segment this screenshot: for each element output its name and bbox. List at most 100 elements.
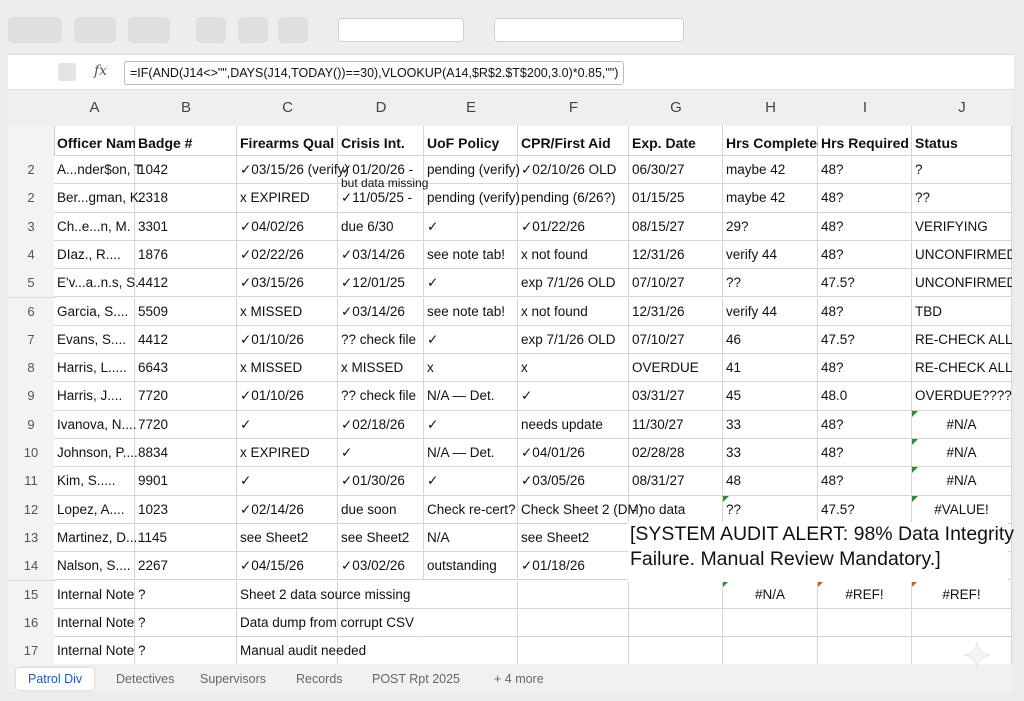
table-cell[interactable] <box>424 637 518 664</box>
row-header[interactable]: 9 <box>8 382 55 412</box>
table-cell[interactable]: 33 <box>723 439 818 468</box>
table-cell[interactable]: 08/15/27 <box>629 212 723 241</box>
table-cell[interactable]: ? <box>135 580 237 609</box>
table-cell[interactable]: ✓02/18/26 <box>338 410 424 439</box>
table-cell[interactable] <box>629 637 723 664</box>
table-cell[interactable]: Data dump from corrupt CSV <box>237 608 414 638</box>
table-cell[interactable]: x EXPIRED <box>237 184 338 213</box>
column-title[interactable]: UoF Policy <box>424 126 518 156</box>
tab-post-rpt-2025[interactable]: POST Rpt 2025 <box>360 668 472 690</box>
table-cell[interactable]: ? <box>135 608 237 638</box>
row-header[interactable]: 7 <box>8 325 55 356</box>
table-cell[interactable]: ✓01/30/26 <box>338 467 424 496</box>
table-cell[interactable]: #N/A <box>912 467 1012 496</box>
table-cell[interactable] <box>629 580 723 609</box>
column-header-j[interactable]: J <box>912 90 1012 127</box>
table-cell[interactable] <box>818 608 912 638</box>
table-cell[interactable]: ✓ <box>424 212 518 241</box>
column-title[interactable]: CPR/First Aid <box>518 126 629 156</box>
table-cell[interactable]: x MISSED <box>237 354 338 383</box>
table-cell[interactable]: N/A — Det. <box>424 439 518 468</box>
table-cell[interactable]: ✓04/15/26 <box>237 552 338 581</box>
row-header[interactable]: 14 <box>8 552 55 582</box>
table-cell[interactable]: ?? check file <box>338 382 424 411</box>
table-cell[interactable]: Lopez, A.... <box>54 495 135 524</box>
table-cell[interactable]: DIaz., R.... <box>54 240 135 270</box>
table-cell[interactable]: RE-CHECK ALL <box>912 354 1012 383</box>
row-header[interactable] <box>8 126 55 157</box>
table-cell[interactable]: N/A <box>424 523 518 553</box>
table-cell[interactable]: Kim, S..... <box>54 467 135 496</box>
table-cell[interactable] <box>912 608 1012 638</box>
table-cell[interactable]: ✓04/02/26 <box>237 212 338 241</box>
table-cell[interactable]: 45 <box>723 382 818 411</box>
table-cell[interactable]: #N/A <box>912 410 1012 439</box>
table-cell[interactable]: Manual audit needed <box>237 637 366 664</box>
table-cell[interactable]: TBD <box>912 297 1012 326</box>
table-cell[interactable]: x MISSED <box>338 354 424 383</box>
table-cell[interactable]: see note tab! <box>424 297 518 326</box>
table-cell[interactable]: #REF! <box>912 580 1012 609</box>
column-title[interactable]: Firearms Qual <box>237 126 338 156</box>
column-title[interactable]: Exp. Date <box>629 126 723 156</box>
table-cell[interactable]: 1145 <box>135 523 237 553</box>
table-cell[interactable]: 48? <box>818 354 912 383</box>
toolbar-button[interactable] <box>278 17 308 43</box>
table-cell[interactable]: exp 7/1/26 OLD <box>518 269 629 298</box>
table-cell[interactable]: Evans, S.... <box>54 325 135 355</box>
table-cell[interactable]: ✓01/18/26 <box>518 552 629 581</box>
table-cell[interactable]: 7720 <box>135 410 237 439</box>
table-cell[interactable]: due 6/30 <box>338 212 424 241</box>
table-cell[interactable]: see Sheet2 <box>518 523 629 553</box>
table-cell[interactable]: 48 <box>723 467 818 496</box>
comment-indicator-icon[interactable] <box>912 439 918 445</box>
column-header-g[interactable]: G <box>629 90 724 127</box>
table-cell[interactable] <box>723 637 818 664</box>
tab-supervisors[interactable]: Supervisors <box>188 668 278 690</box>
column-header-e[interactable]: E <box>424 90 519 127</box>
table-cell[interactable]: ✓03/14/26 <box>338 240 424 270</box>
formula-input[interactable]: =IF(AND(J14<>"",DAYS(J14,TODAY())==30),V… <box>124 61 625 85</box>
table-cell[interactable]: 2318 <box>135 184 237 213</box>
table-cell[interactable]: Check re-cert? <box>424 495 518 524</box>
column-header-f[interactable]: F <box>518 90 630 127</box>
table-cell[interactable]: UNCONFIRMED? <box>912 269 1012 298</box>
table-cell[interactable]: Internal Note <box>54 637 135 664</box>
comment-indicator-icon[interactable] <box>912 410 918 417</box>
column-header-i[interactable]: I <box>818 90 913 127</box>
row-header[interactable]: 2 <box>8 184 55 214</box>
table-cell[interactable]: see note tab! <box>424 240 518 270</box>
table-cell[interactable]: #N/A <box>912 439 1012 468</box>
table-cell[interactable]: Johnson, P.... <box>54 439 138 468</box>
table-cell[interactable] <box>818 637 912 664</box>
table-cell[interactable]: x MISSED <box>237 297 338 326</box>
table-cell[interactable]: x EXPIRED <box>237 439 338 468</box>
table-cell[interactable]: ✓ <box>237 467 338 496</box>
comment-indicator-icon[interactable] <box>912 467 918 474</box>
row-header[interactable]: 12 <box>8 495 55 525</box>
table-cell[interactable]: 12/31/26 <box>629 297 723 326</box>
tab-patrol-div[interactable]: Patrol Div <box>16 668 95 690</box>
table-cell[interactable]: Ch..e...n, M. <box>54 212 135 241</box>
table-cell[interactable]: 46 <box>723 325 818 355</box>
table-cell[interactable]: 1876 <box>135 240 237 270</box>
table-cell[interactable]: ✓01/22/26 <box>518 212 629 241</box>
table-cell[interactable]: ✓ <box>424 410 518 439</box>
table-cell[interactable]: A...nder$on, T <box>54 156 142 185</box>
table-cell[interactable]: 48? <box>818 410 912 439</box>
table-cell[interactable]: see Sheet2 <box>338 523 424 553</box>
tab-detectives[interactable]: Detectives <box>104 668 186 690</box>
column-header-a[interactable]: A <box>54 90 136 127</box>
toolbar-field[interactable] <box>338 18 464 42</box>
table-cell[interactable]: 7720 <box>135 382 237 411</box>
column-title[interactable]: Status <box>912 126 1012 156</box>
table-cell[interactable]: pending (6/26?) <box>518 184 629 213</box>
column-title[interactable]: Badge # <box>135 126 237 156</box>
table-cell[interactable]: ✓03/14/26 <box>338 297 424 326</box>
table-cell[interactable]: 48.0 <box>818 382 912 411</box>
table-cell[interactable]: Check Sheet 2 (DM) <box>518 495 643 524</box>
table-cell[interactable]: Ivanova, N.... <box>54 410 137 439</box>
table-cell[interactable]: OVERDUE???? <box>912 382 1012 411</box>
table-cell[interactable]: due soon <box>338 495 424 524</box>
table-cell[interactable]: pending (verify) <box>424 156 520 185</box>
